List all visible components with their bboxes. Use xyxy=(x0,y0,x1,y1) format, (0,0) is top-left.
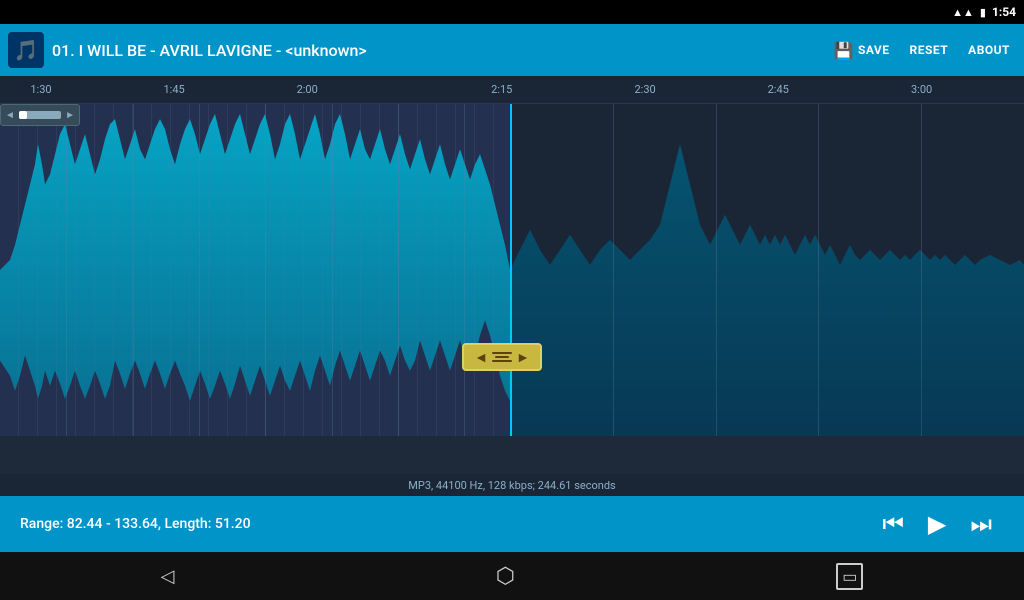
status-time: 1:54 xyxy=(992,5,1016,19)
waveform-area[interactable]: ◄ ► xyxy=(0,104,1024,436)
save-icon: 💾 xyxy=(834,41,854,60)
timeline-ruler: 1:30 1:45 2:00 2:15 2:30 2:45 3:00 xyxy=(0,76,1024,104)
scroll-track xyxy=(19,111,61,119)
left-arrow-icon: ◄ xyxy=(474,349,488,366)
drag-handle[interactable]: ◄ ► xyxy=(462,343,542,371)
file-info-text: MP3, 44100 Hz, 128 kbps; 244.61 seconds xyxy=(408,479,615,492)
recents-button[interactable]: ▭ xyxy=(836,563,863,590)
handle-line-3 xyxy=(492,360,512,362)
grid-line xyxy=(199,104,200,436)
wifi-icon: ▲▲ xyxy=(952,6,974,19)
rewind-button[interactable]: ⏮ xyxy=(870,512,916,536)
file-info-bar: MP3, 44100 Hz, 128 kbps; 244.61 seconds xyxy=(0,474,1024,496)
waveform-container: 1:30 1:45 2:00 2:15 2:30 2:45 3:00 ◄ ► xyxy=(0,76,1024,496)
grid-line xyxy=(716,104,717,436)
save-button[interactable]: 💾 SAVE xyxy=(828,37,896,64)
right-arrow-icon: ► xyxy=(516,349,530,366)
grid-line xyxy=(921,104,922,436)
timeline-label-300: 3:00 xyxy=(911,83,932,96)
selection-boundary xyxy=(510,104,512,436)
grid-line xyxy=(265,104,266,436)
about-button[interactable]: ABOUT xyxy=(962,39,1016,61)
bottom-controls: Range: 82.44 - 133.64, Length: 51.20 ⏮ ▶… xyxy=(0,496,1024,552)
track-title: 01. I WILL BE - AVRIL LAVIGNE - <unknown… xyxy=(52,41,820,60)
range-info: Range: 82.44 - 133.64, Length: 51.20 xyxy=(20,516,870,532)
grid-line xyxy=(66,104,67,436)
app-icon: 🎵 xyxy=(8,32,44,68)
home-button[interactable]: ⬡ xyxy=(496,564,515,589)
timeline-label-145: 1:45 xyxy=(163,83,184,96)
reset-button[interactable]: RESET xyxy=(904,39,955,61)
timeline-label-200: 2:00 xyxy=(297,83,318,96)
grid-line xyxy=(398,104,399,436)
timeline-label-130: 1:30 xyxy=(30,83,51,96)
handle-grip xyxy=(492,352,512,362)
timeline-label-245: 2:45 xyxy=(768,83,789,96)
grid-line xyxy=(133,104,134,436)
status-bar: ▲▲ ▮ 1:54 xyxy=(0,0,1024,24)
android-nav-bar: ◁ ⬡ ▭ xyxy=(0,552,1024,600)
grid-line xyxy=(464,104,465,436)
battery-icon: ▮ xyxy=(980,6,986,19)
handle-line-2 xyxy=(495,356,509,358)
handle-line-1 xyxy=(492,352,512,354)
back-button[interactable]: ◁ xyxy=(161,566,175,587)
grid-line xyxy=(332,104,333,436)
forward-button[interactable]: ⏭ xyxy=(958,512,1004,536)
timeline-label-215: 2:15 xyxy=(491,83,512,96)
mini-scroll[interactable]: ◄ ► xyxy=(0,104,80,126)
grid-line xyxy=(818,104,819,436)
scroll-thumb xyxy=(19,111,27,119)
grid-line xyxy=(613,104,614,436)
play-button[interactable]: ▶ xyxy=(916,512,958,536)
waveform-selected xyxy=(0,104,510,436)
timeline-label-230: 2:30 xyxy=(635,83,656,96)
waveform-unselected xyxy=(510,104,1024,436)
top-bar: 🎵 01. I WILL BE - AVRIL LAVIGNE - <unkno… xyxy=(0,24,1024,76)
